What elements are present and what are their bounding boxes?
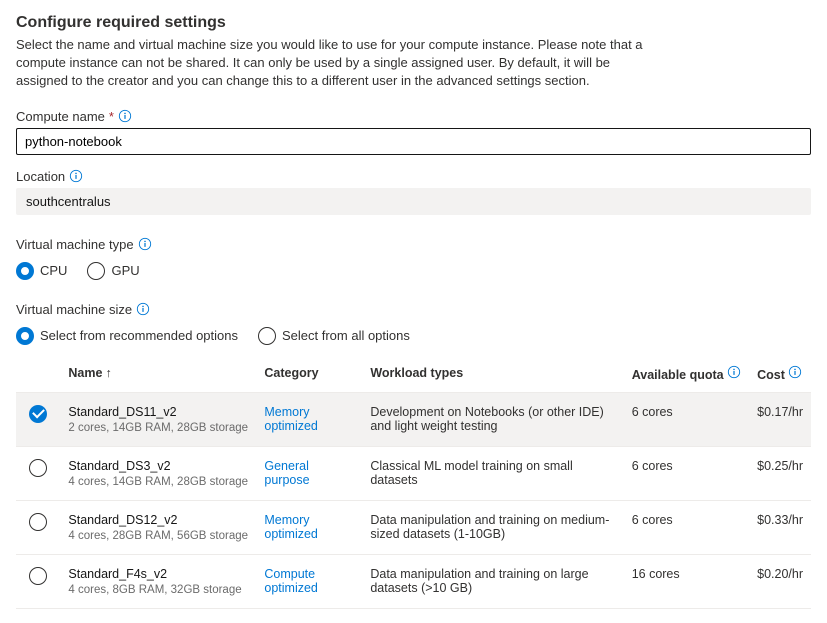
vm-size-radio-group: Select from recommended options Select f… — [16, 327, 811, 345]
vm-cost: $0.33/hr — [749, 500, 811, 554]
vm-name: Standard_DS3_v2 — [68, 459, 248, 473]
radio-label: GPU — [111, 263, 139, 278]
vm-specs: 4 cores, 14GB RAM, 28GB storage — [68, 476, 248, 488]
compute-name-input[interactable] — [16, 128, 811, 155]
vm-type-label: Virtual machine type — [16, 237, 134, 252]
table-row[interactable]: Standard_F4s_v2 4 cores, 8GB RAM, 32GB s… — [16, 554, 811, 608]
compute-name-field: Compute name * — [16, 109, 811, 155]
vm-workload: Classical ML model training on small dat… — [362, 446, 623, 500]
row-select-radio[interactable] — [29, 513, 47, 531]
location-value: southcentralus — [16, 188, 811, 215]
vm-specs: 4 cores, 28GB RAM, 56GB storage — [68, 530, 248, 542]
radio-icon — [16, 262, 34, 280]
radio-icon — [16, 327, 34, 345]
vm-cost: $0.17/hr — [749, 392, 811, 446]
vm-category[interactable]: General purpose — [264, 459, 309, 487]
location-label: Location — [16, 169, 65, 184]
vm-specs: 2 cores, 14GB RAM, 28GB storage — [68, 422, 248, 434]
row-select-radio[interactable] — [29, 405, 47, 423]
vm-quota: 6 cores — [624, 392, 749, 446]
info-icon[interactable] — [69, 169, 83, 183]
info-icon[interactable] — [118, 109, 132, 123]
page-description: Select the name and virtual machine size… — [16, 36, 656, 91]
compute-name-label: Compute name — [16, 109, 105, 124]
vm-size-label: Virtual machine size — [16, 302, 132, 317]
vm-cost: $0.20/hr — [749, 554, 811, 608]
vm-type-radio-group: CPU GPU — [16, 262, 811, 280]
header-text: Name — [68, 366, 102, 380]
table-row[interactable]: Standard_DS11_v2 2 cores, 14GB RAM, 28GB… — [16, 392, 811, 446]
info-icon[interactable] — [788, 365, 802, 379]
vm-workload: Data manipulation and training on large … — [362, 554, 623, 608]
info-icon[interactable] — [138, 237, 152, 251]
vm-size-recommended[interactable]: Select from recommended options — [16, 327, 238, 345]
vm-cost: $0.25/hr — [749, 446, 811, 500]
col-header-cost[interactable]: Cost — [749, 355, 811, 393]
vm-type-gpu[interactable]: GPU — [87, 262, 139, 280]
radio-label: CPU — [40, 263, 67, 278]
vm-type-cpu[interactable]: CPU — [16, 262, 67, 280]
vm-category[interactable]: Memory optimized — [264, 405, 318, 433]
radio-label: Select from all options — [282, 328, 410, 343]
info-icon[interactable] — [136, 302, 150, 316]
col-header-workload[interactable]: Workload types — [362, 355, 623, 393]
location-field: Location southcentralus — [16, 169, 811, 215]
vm-specs: 4 cores, 8GB RAM, 32GB storage — [68, 584, 248, 596]
radio-icon — [258, 327, 276, 345]
vm-name: Standard_F4s_v2 — [68, 567, 248, 581]
col-header-quota[interactable]: Available quota — [624, 355, 749, 393]
header-text: Cost — [757, 368, 785, 382]
vm-category[interactable]: Memory optimized — [264, 513, 318, 541]
vm-quota: 6 cores — [624, 446, 749, 500]
info-icon[interactable] — [727, 365, 741, 379]
header-text: Available quota — [632, 368, 724, 382]
row-select-radio[interactable] — [29, 567, 47, 585]
table-row[interactable]: Standard_DS3_v2 4 cores, 14GB RAM, 28GB … — [16, 446, 811, 500]
vm-size-table: Name↑ Category Workload types Available … — [16, 355, 811, 609]
page-title: Configure required settings — [16, 14, 811, 32]
vm-category[interactable]: Compute optimized — [264, 567, 318, 595]
vm-quota: 16 cores — [624, 554, 749, 608]
required-asterisk: * — [109, 109, 114, 124]
vm-name: Standard_DS11_v2 — [68, 405, 248, 419]
radio-icon — [87, 262, 105, 280]
col-header-name[interactable]: Name↑ — [60, 355, 256, 393]
vm-workload: Data manipulation and training on medium… — [362, 500, 623, 554]
vm-quota: 6 cores — [624, 500, 749, 554]
vm-name: Standard_DS12_v2 — [68, 513, 248, 527]
row-select-radio[interactable] — [29, 459, 47, 477]
radio-label: Select from recommended options — [40, 328, 238, 343]
col-header-category[interactable]: Category — [256, 355, 362, 393]
table-row[interactable]: Standard_DS12_v2 4 cores, 28GB RAM, 56GB… — [16, 500, 811, 554]
vm-workload: Development on Notebooks (or other IDE) … — [362, 392, 623, 446]
vm-size-all[interactable]: Select from all options — [258, 327, 410, 345]
sort-ascending-icon: ↑ — [105, 366, 111, 380]
